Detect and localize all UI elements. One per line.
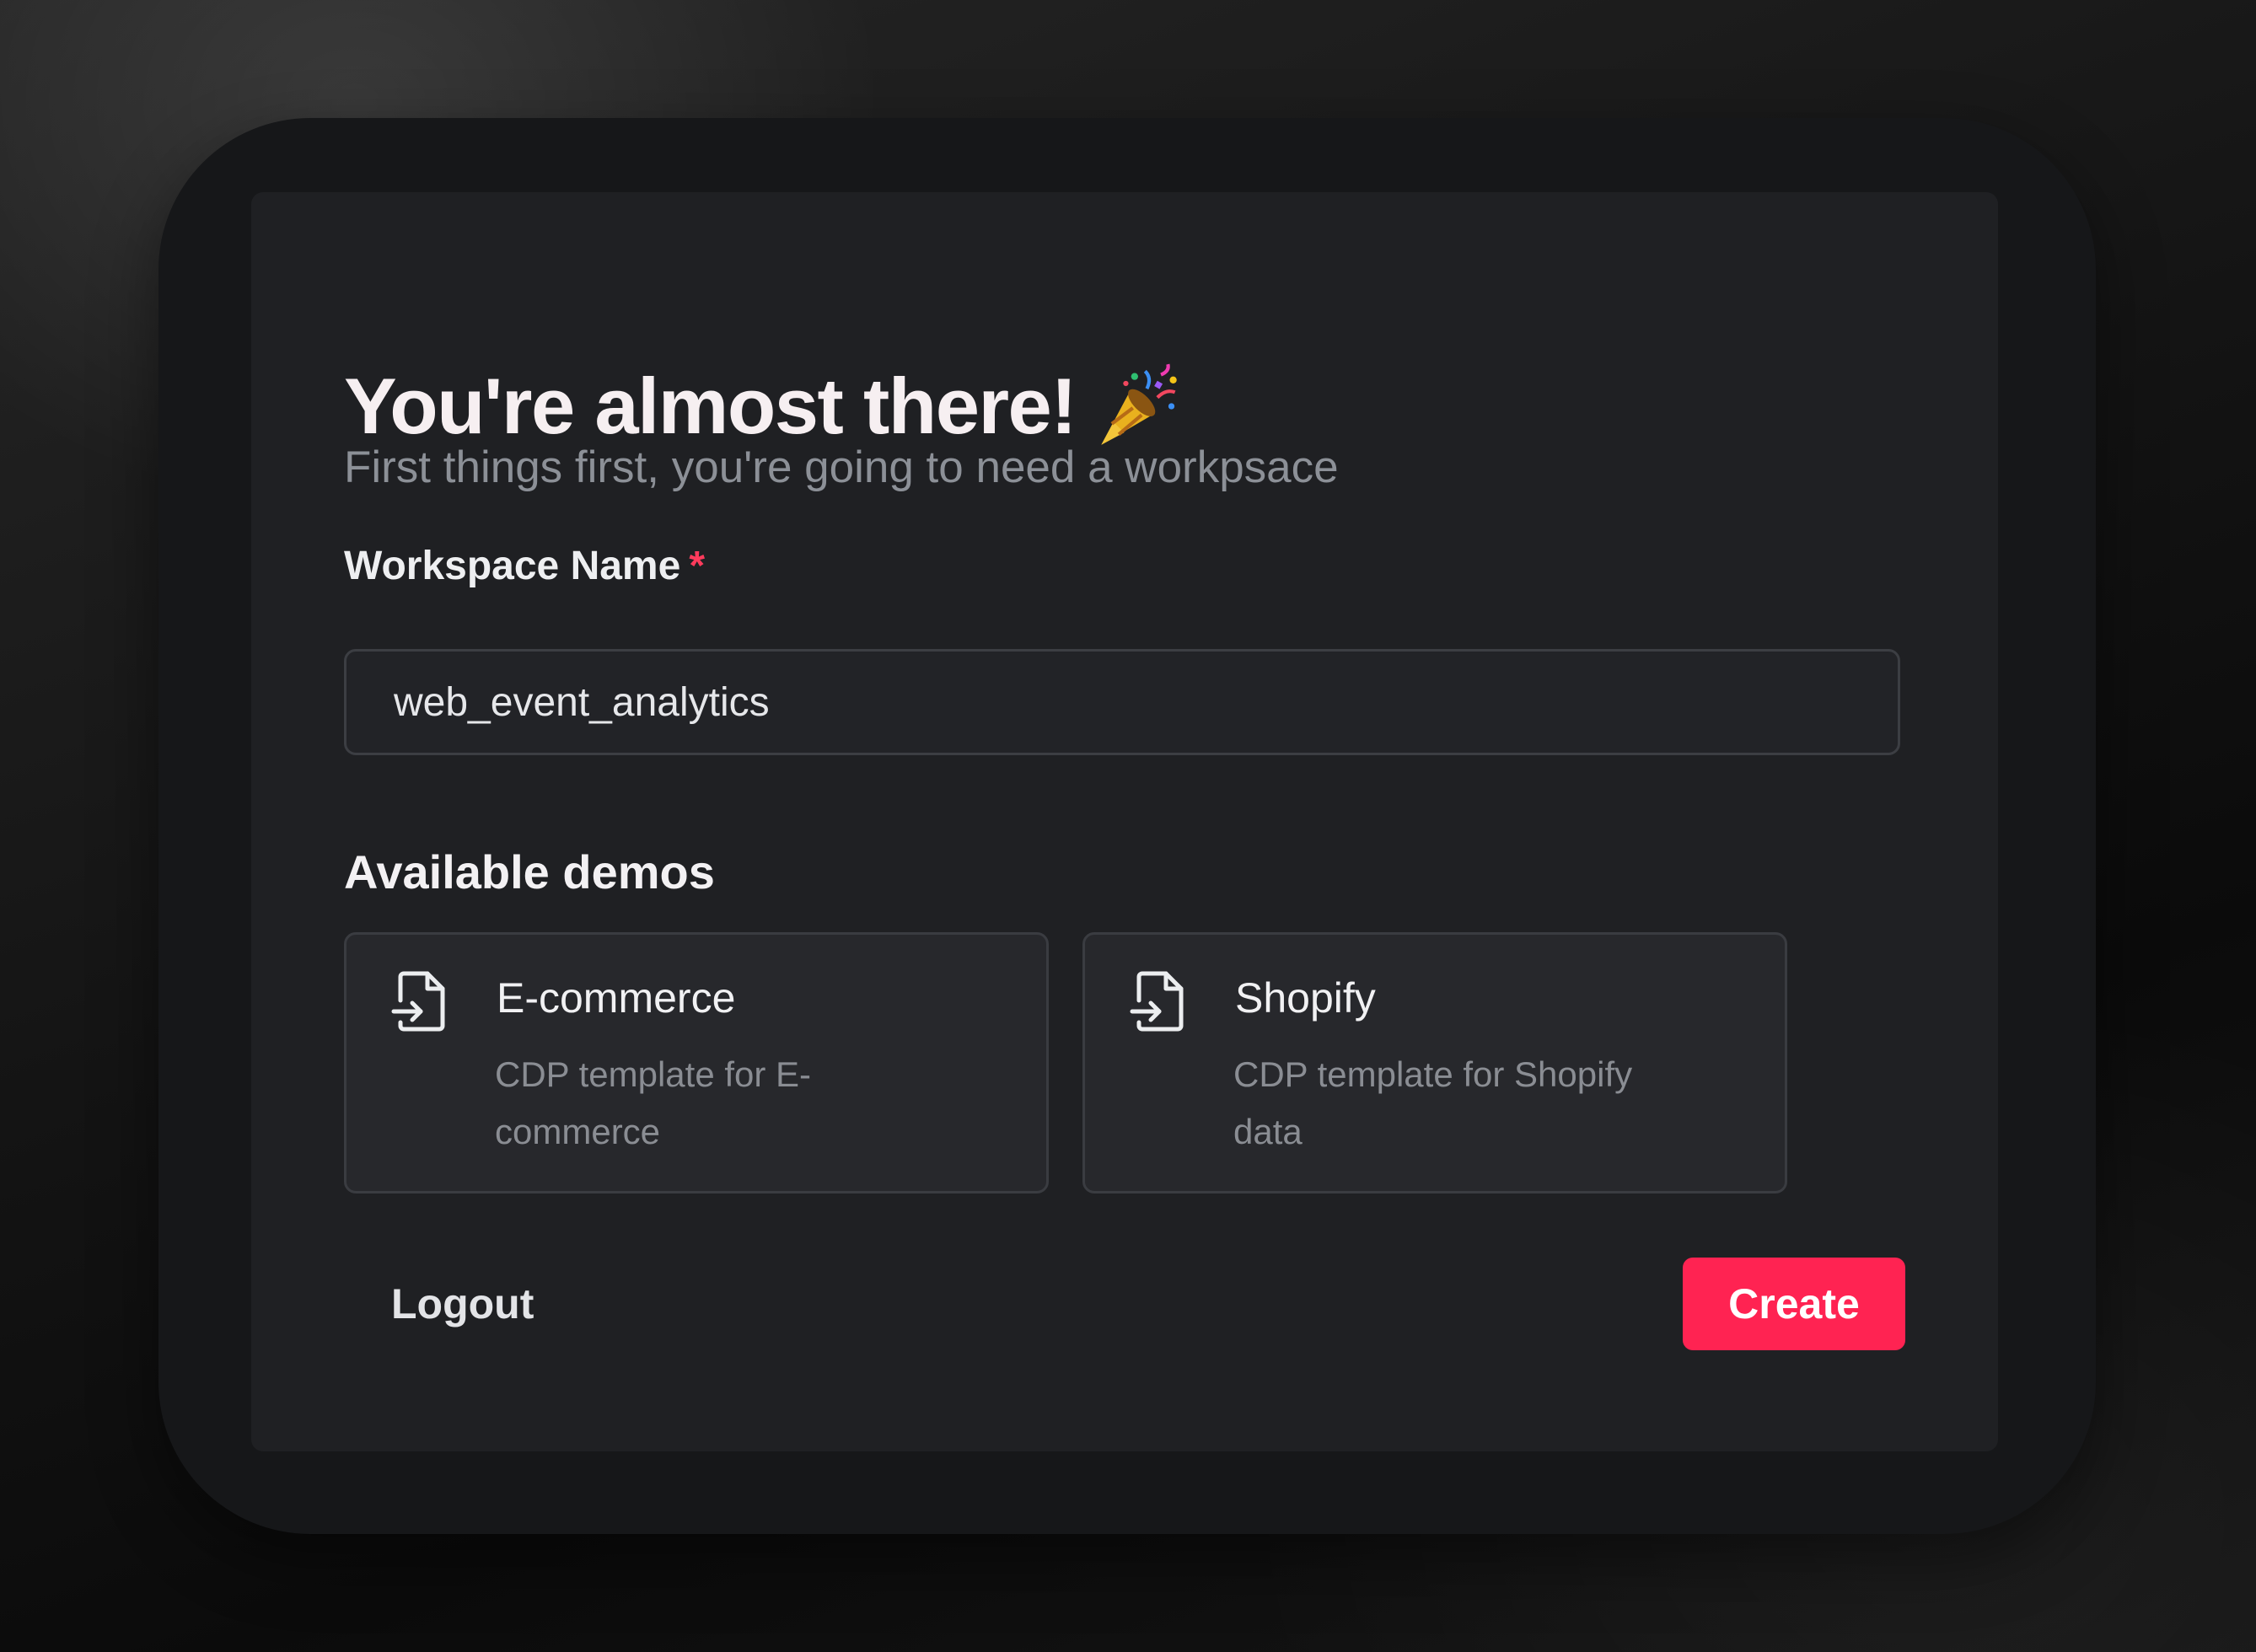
workspace-name-input[interactable] [344,649,1900,755]
onboarding-panel: You're almost there! First things first,… [251,192,1998,1451]
page-title: You're almost there! [344,361,1182,452]
page-title-text: You're almost there! [344,362,1077,450]
demo-title: E-commerce [497,974,736,1022]
available-demos-heading: Available demos [344,845,715,898]
page-subtitle: First things first, you're going to need… [344,442,1339,492]
demo-title: Shopify [1235,974,1376,1022]
demo-description: CDP template for Shopify data [1233,1054,1633,1151]
file-import-icon [390,970,449,1032]
demo-card-ecommerce[interactable]: E-commerce CDP template for E-commerce [344,932,1049,1193]
party-popper-icon [1094,362,1182,450]
file-import-icon [1129,970,1188,1032]
modal-frame: You're almost there! First things first,… [158,118,2096,1534]
workspace-name-label: Workspace Name * [344,543,705,589]
workspace-name-label-text: Workspace Name [344,544,681,588]
demo-card-shopify[interactable]: Shopify CDP template for Shopify data [1082,932,1787,1193]
demo-description: CDP template for E-commerce [495,1054,812,1151]
logout-button[interactable]: Logout [344,1258,581,1350]
create-button[interactable]: Create [1683,1258,1905,1350]
required-marker: * [689,544,705,588]
